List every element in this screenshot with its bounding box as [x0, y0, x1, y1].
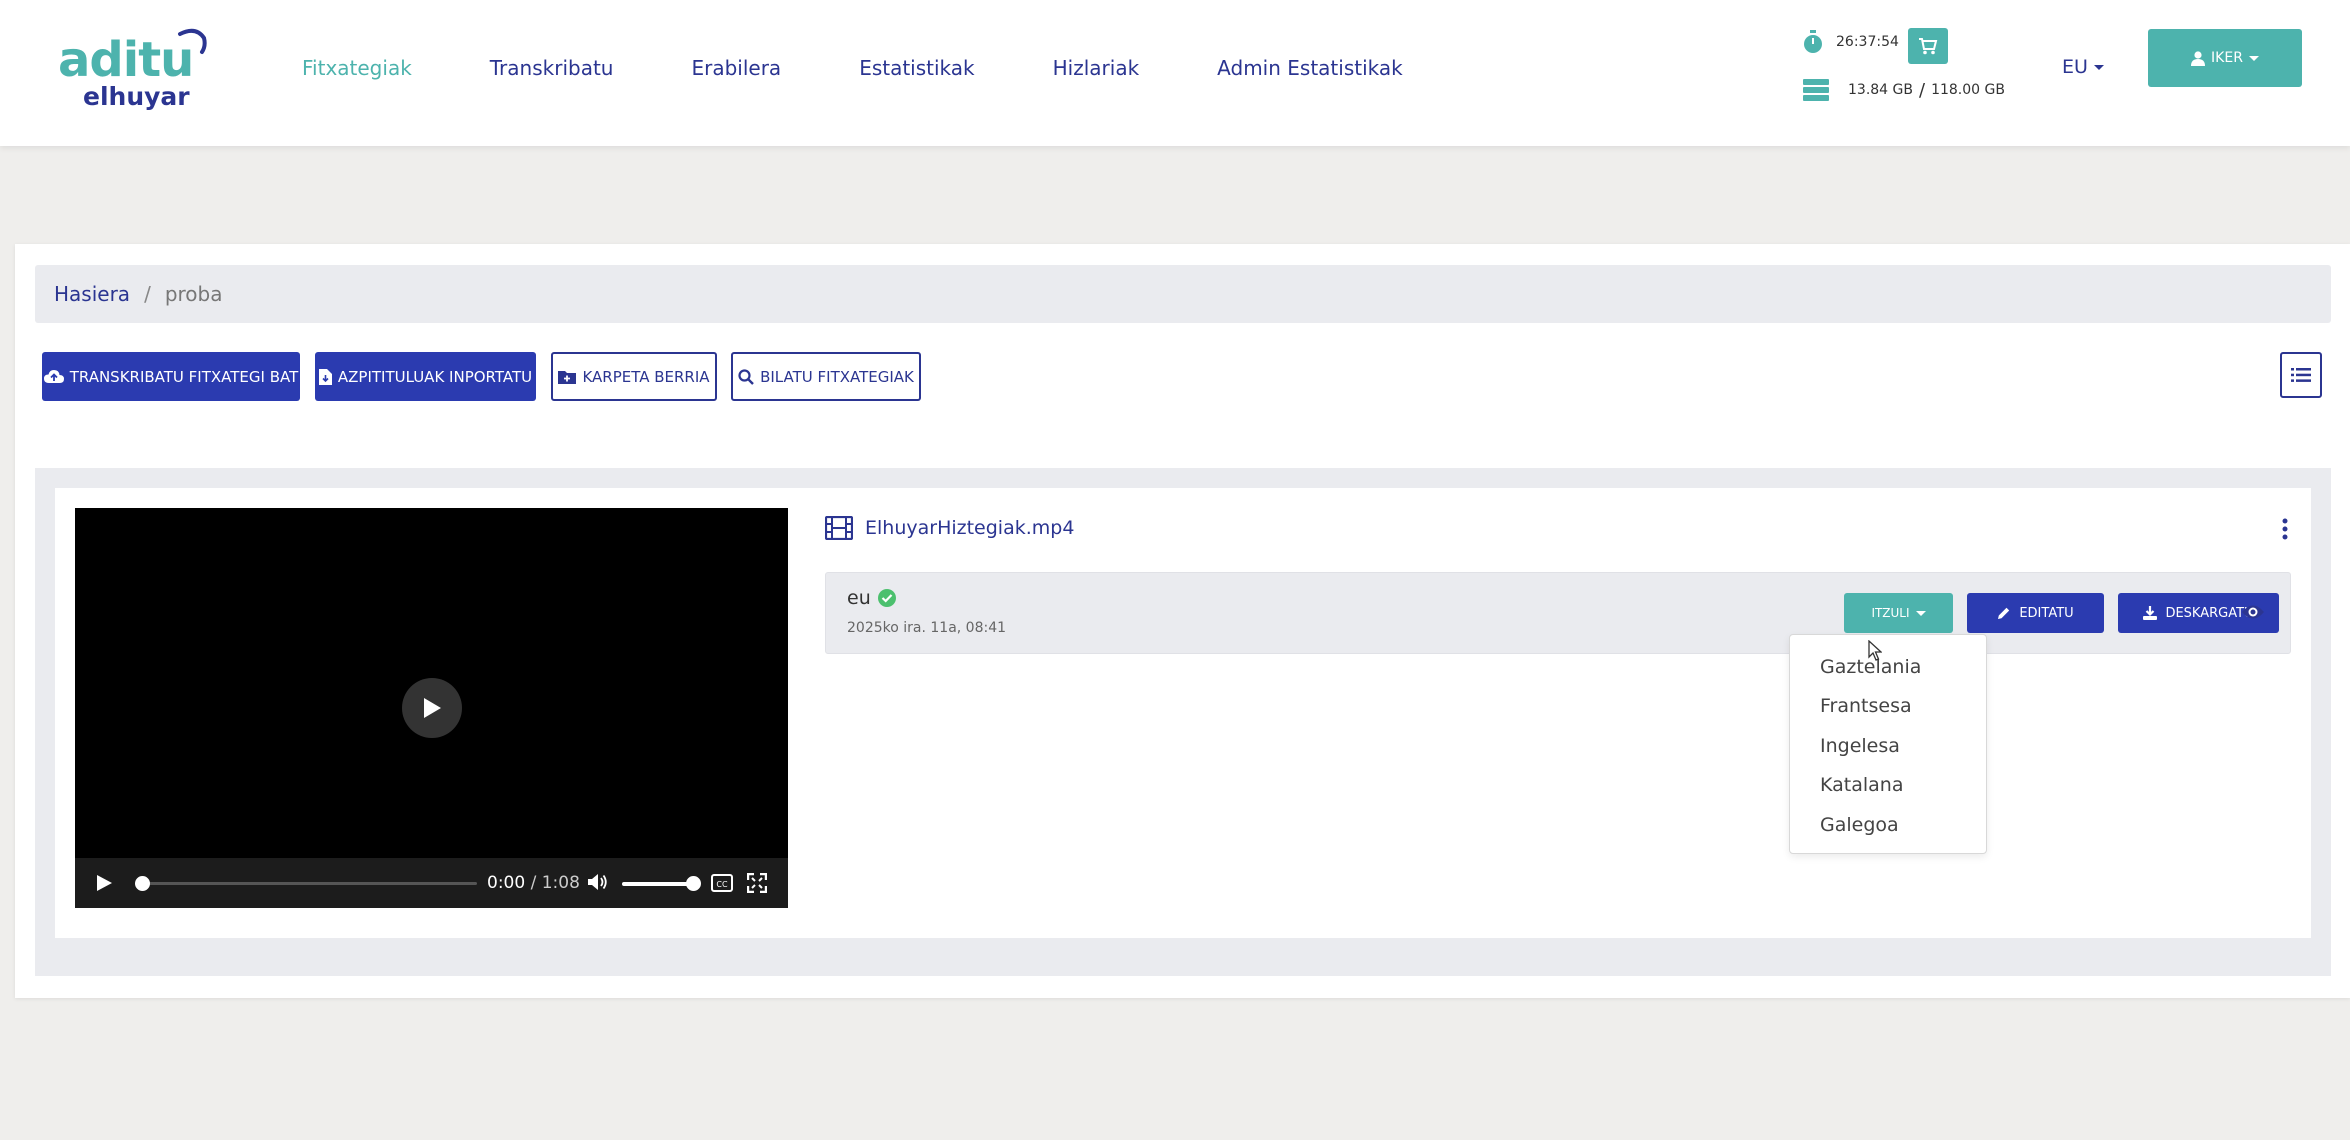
search-files-button[interactable]: BILATU FITXATEGIAK [731, 352, 921, 401]
language-current: EU [2062, 56, 2088, 78]
nav-estatistikak[interactable]: Estatistikak [859, 56, 974, 80]
edit-button[interactable]: EDITATU [1967, 593, 2104, 633]
volume-knob[interactable] [686, 876, 701, 891]
breadcrumb-current: proba [164, 282, 223, 306]
transcript-language: eu [847, 587, 897, 609]
new-folder-button[interactable]: KARPETA BERRIA [551, 352, 717, 401]
volume-slider[interactable] [622, 882, 692, 886]
nav-transkribatu[interactable]: Transkribatu [490, 56, 614, 80]
film-icon [825, 516, 853, 540]
video-player[interactable]: 0:00 / 1:08 CC [75, 508, 788, 908]
transcript-date: 2025ko ira. 11a, 08:41 [847, 620, 1007, 636]
nav-erabilera[interactable]: Erabilera [691, 56, 781, 80]
search-icon [738, 368, 754, 385]
breadcrumb: Hasiera / proba [35, 265, 2331, 323]
logo-text-elhuyar: elhuyar [83, 82, 190, 111]
download-icon [2143, 606, 2158, 620]
server-icon [1803, 79, 1829, 101]
play-icon[interactable] [95, 874, 113, 892]
transcript-language-code: eu [847, 587, 871, 609]
translate-option-frantsesa[interactable]: Frantsesa [1790, 687, 1986, 727]
breadcrumb-separator: / [144, 282, 151, 306]
logo-arc-icon [178, 28, 207, 54]
cart-icon [1919, 38, 1938, 55]
user-icon [2191, 50, 2206, 66]
svg-text:CC: CC [716, 880, 728, 889]
file-title: ElhuyarHiztegiak.mp4 [825, 516, 1074, 540]
translate-option-galegoa[interactable]: Galegoa [1790, 805, 1986, 845]
file-name: ElhuyarHiztegiak.mp4 [865, 517, 1075, 539]
video-progress-bar[interactable] [137, 882, 477, 885]
volume-icon[interactable] [587, 872, 609, 892]
translate-option-ingelesa[interactable]: Ingelesa [1790, 726, 1986, 766]
play-icon [424, 698, 441, 718]
language-dropdown[interactable]: EU [2062, 56, 2104, 78]
import-subtitles-label: AZPITITULUAK INPORTATU [337, 367, 533, 386]
translate-dropdown-menu: Gaztelania Frantsesa Ingelesa Katalana G… [1789, 634, 1987, 854]
main-nav: Fitxategiak Transkribatu Erabilera Estat… [302, 56, 1481, 80]
user-name: IKER [2211, 50, 2243, 66]
list-icon [2291, 368, 2311, 382]
translate-option-katalana[interactable]: Katalana [1790, 766, 1986, 806]
video-current-time: 0:00 [487, 873, 526, 893]
nav-hizlariak[interactable]: Hizlariak [1053, 56, 1140, 80]
new-folder-label: KARPETA BERRIA [582, 367, 710, 386]
more-vertical-icon[interactable] [2281, 518, 2289, 540]
video-duration: / 1:08 [530, 873, 580, 893]
breadcrumb-home[interactable]: Hasiera [54, 282, 130, 306]
captions-icon[interactable]: CC [711, 874, 733, 892]
pencil-icon [1998, 607, 2010, 619]
top-header: aditu elhuyar Fitxategiak Transkribatu E… [0, 0, 2350, 146]
storage-separator: / [1918, 79, 1926, 101]
main-card: Hasiera / proba TRANSKRIBATU FITXATEGI B… [15, 244, 2350, 998]
edit-label: EDITATU [2019, 605, 2074, 621]
video-time: 0:00 / 1:08 [487, 873, 580, 893]
search-files-label: BILATU FITXATEGIAK [760, 367, 914, 386]
time-remaining: 26:37:54 [1802, 30, 1899, 54]
storage-total: 118.00 GB [1931, 82, 2005, 98]
time-remaining-value: 26:37:54 [1836, 34, 1899, 50]
transcript-row: eu 2025ko ira. 11a, 08:41 ITZULI EDITATU [825, 572, 2291, 654]
caret-down-icon [2093, 64, 2104, 70]
mouse-cursor-icon [1868, 640, 1882, 661]
aditu-logo[interactable]: aditu elhuyar [58, 22, 208, 112]
check-circle-icon [877, 589, 896, 607]
caret-down-icon [1915, 610, 1926, 616]
translate-option-gaztelania[interactable]: Gaztelania [1790, 647, 1986, 687]
nav-fitxategiak[interactable]: Fitxategiak [302, 56, 412, 80]
storage-used: 13.84 GB [1848, 82, 1913, 98]
video-controls: 0:00 / 1:08 CC [75, 858, 788, 908]
nav-admin-estatistikak[interactable]: Admin Estatistikak [1217, 56, 1403, 80]
cart-button[interactable] [1908, 28, 1948, 64]
import-subtitles-button[interactable]: AZPITITULUAK INPORTATU [315, 352, 536, 401]
stopwatch-icon [1804, 30, 1822, 53]
eye-icon[interactable] [2241, 603, 2265, 621]
video-progress-knob[interactable] [135, 876, 150, 891]
storage-usage: 13.84 GB / 118.00 GB [1802, 78, 2005, 102]
fullscreen-icon[interactable] [747, 873, 767, 893]
folder-plus-icon [558, 370, 577, 384]
transcribe-file-label: TRANSKRIBATU FITXATEGI BAT [69, 367, 299, 386]
cloud-upload-icon [43, 369, 64, 383]
transcribe-file-button[interactable]: TRANSKRIBATU FITXATEGI BAT [42, 352, 300, 401]
list-view-toggle[interactable] [2280, 352, 2322, 398]
caret-down-icon [2248, 55, 2259, 61]
user-menu-button[interactable]: IKER [2148, 29, 2302, 87]
file-import-icon [318, 368, 332, 385]
logo-text-aditu: aditu [58, 32, 194, 88]
translate-button[interactable]: ITZULI [1844, 593, 1953, 633]
big-play-button[interactable] [402, 678, 462, 738]
translate-label: ITZULI [1871, 606, 1910, 620]
